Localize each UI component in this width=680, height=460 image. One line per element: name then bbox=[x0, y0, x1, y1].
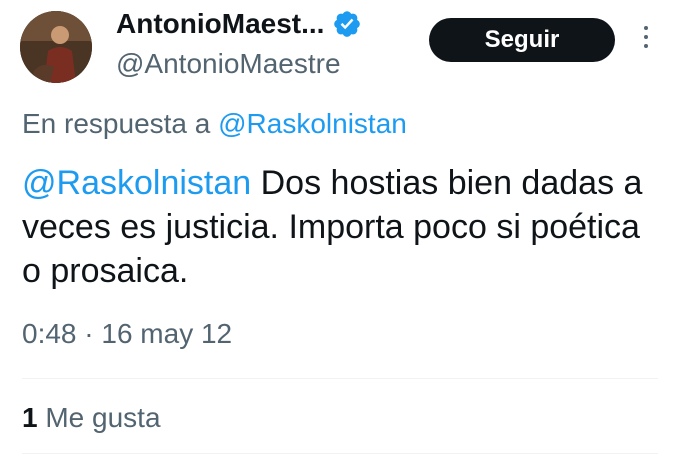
likes-stat[interactable]: 1 Me gusta bbox=[22, 400, 161, 436]
author-display-name[interactable]: AntonioMaest... bbox=[116, 6, 324, 42]
tweet-mention-link[interactable]: @Raskolnistan bbox=[22, 164, 251, 202]
reply-context: En respuesta a @Raskolnistan bbox=[22, 106, 407, 142]
author-handle[interactable]: @AntonioMaestre bbox=[116, 46, 341, 82]
divider bbox=[22, 453, 658, 454]
more-dot bbox=[644, 35, 648, 39]
author-name-row: AntonioMaest... bbox=[116, 6, 362, 42]
divider bbox=[22, 378, 658, 379]
avatar[interactable] bbox=[20, 11, 92, 83]
tweet-text: @Raskolnistan Dos hostias bien dadas a v… bbox=[22, 161, 652, 293]
avatar-photo bbox=[20, 11, 92, 83]
verified-badge-icon[interactable] bbox=[332, 9, 362, 39]
reply-prefix: En respuesta a bbox=[22, 108, 211, 139]
more-vertical-icon[interactable] bbox=[640, 26, 652, 58]
tweet-timestamp[interactable]: 0:48 · 16 may 12 bbox=[22, 316, 232, 352]
likes-label: Me gusta bbox=[45, 402, 161, 433]
more-dot bbox=[644, 26, 648, 30]
follow-button[interactable]: Seguir bbox=[429, 18, 615, 62]
reply-mention-link[interactable]: @Raskolnistan bbox=[218, 108, 407, 139]
more-dot bbox=[644, 44, 648, 48]
likes-count: 1 bbox=[22, 402, 38, 433]
